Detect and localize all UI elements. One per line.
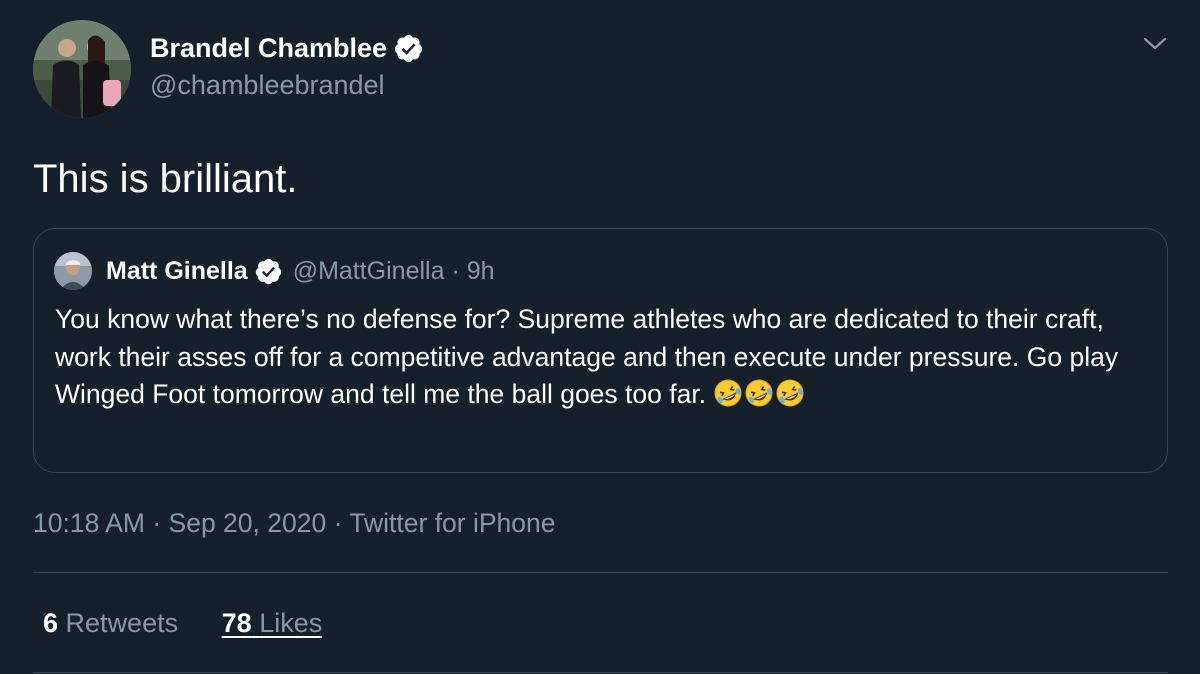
author-name[interactable]: Brandel Chamblee — [150, 30, 387, 66]
rolling-on-floor-laughing-emoji — [744, 378, 774, 408]
likes-count: 78 — [221, 608, 252, 638]
author-handle[interactable]: @chambleebrandel — [150, 67, 424, 103]
tweet-date[interactable]: Sep 20, 2020 — [169, 508, 327, 538]
chevron-down-icon[interactable] — [1142, 34, 1168, 54]
retweets-label: Retweets — [65, 608, 179, 638]
rolling-on-floor-laughing-emoji — [713, 378, 743, 408]
divider — [33, 572, 1168, 573]
quoted-author-avatar-image — [54, 252, 92, 290]
quoted-handle-text: @MattGinella — [292, 256, 445, 285]
tweet: Brandel Chamblee @chambleebrandel This i… — [0, 0, 1200, 674]
quoted-tweet[interactable]: Matt Ginella @MattGinella · 9h You know … — [33, 228, 1168, 473]
author-avatar[interactable] — [33, 20, 131, 118]
divider — [33, 672, 1168, 673]
quoted-tweet-header: Matt Ginella @MattGinella · 9h — [54, 251, 495, 291]
tweet-source[interactable]: Twitter for iPhone — [349, 508, 555, 538]
quoted-time: 9h — [466, 256, 495, 285]
likes-stat[interactable]: 78 Likes — [222, 605, 323, 641]
verified-badge-icon — [254, 257, 283, 286]
retweets-stat[interactable]: 6 Retweets — [43, 605, 178, 641]
quoted-tweet-text: You know what there’s no defense for? Su… — [55, 301, 1145, 414]
tweet-text: This is brilliant. — [33, 157, 298, 201]
retweets-count: 6 — [43, 608, 59, 638]
rolling-on-floor-laughing-emoji — [775, 378, 805, 408]
verified-badge-icon — [393, 33, 424, 64]
quoted-author-handle[interactable]: @MattGinella · 9h — [293, 257, 495, 286]
meta-separator: · — [152, 508, 169, 538]
tweet-time[interactable]: 10:18 AM — [33, 508, 145, 538]
meta-separator: · — [333, 508, 350, 538]
quoted-author-avatar[interactable] — [54, 252, 92, 290]
tweet-stats: 6 Retweets 78 Likes — [43, 605, 358, 641]
author-name-row: Brandel Chamblee — [150, 30, 424, 66]
likes-label: Likes — [259, 608, 323, 638]
quoted-tweet-body: You know what there’s no defense for? Su… — [55, 304, 1119, 409]
author-block: Brandel Chamblee @chambleebrandel — [150, 30, 424, 103]
author-avatar-image — [33, 20, 131, 118]
quoted-author-name[interactable]: Matt Ginella — [106, 257, 248, 286]
emoji-group — [713, 379, 806, 409]
tweet-meta: 10:18 AM · Sep 20, 2020 · Twitter for iP… — [33, 505, 556, 541]
